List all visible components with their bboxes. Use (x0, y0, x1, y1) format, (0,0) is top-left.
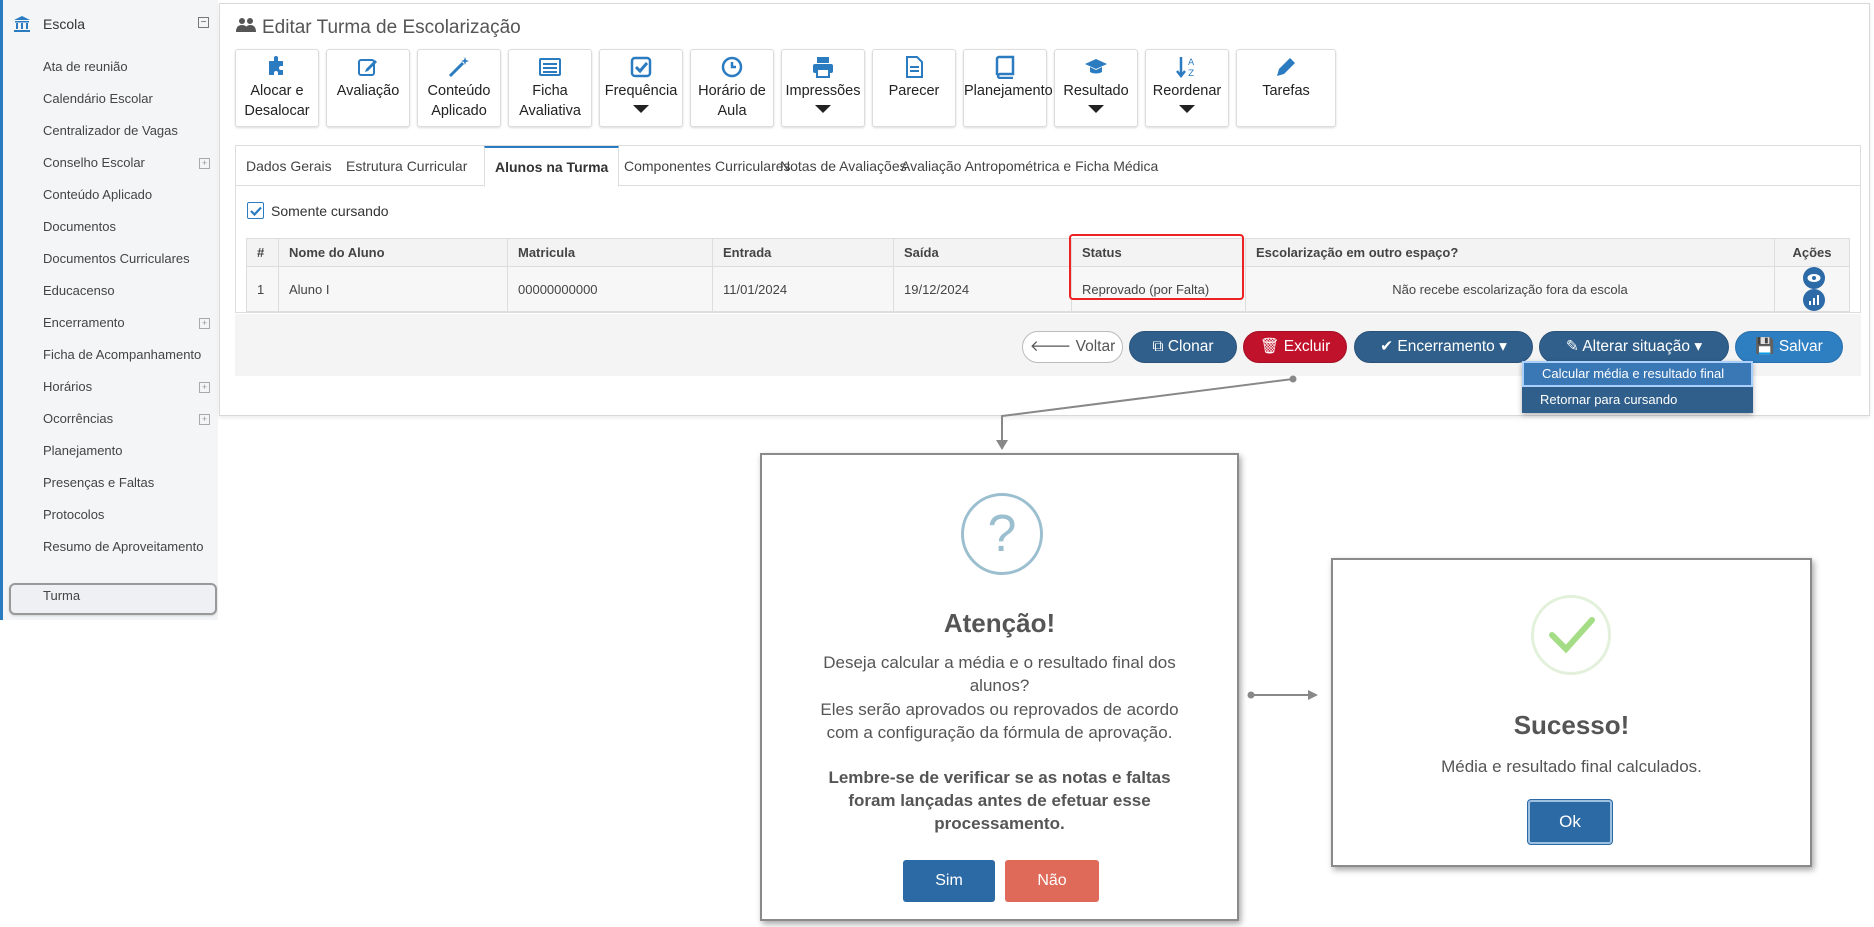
confirm-text-3: Lembre-se de verificar se as notas e fal… (828, 768, 1171, 833)
success-dialog: Sucesso! Média e resultado final calcula… (1331, 558, 1812, 867)
nao-button[interactable]: Não (1005, 860, 1099, 902)
confirm-text-2: Eles serão aprovados ou reprovados de ac… (820, 700, 1179, 742)
confirm-dialog: ? Atenção! Deseja calcular a média e o r… (760, 453, 1239, 921)
ok-button[interactable]: Ok (1528, 800, 1612, 844)
sim-button[interactable]: Sim (903, 860, 995, 902)
confirm-text-1: Deseja calcular a média e o resultado fi… (823, 653, 1176, 695)
question-mark: ? (987, 505, 1017, 563)
confirm-title: Atenção! (943, 608, 1056, 638)
question-icon: ? (961, 493, 1043, 575)
success-text: Média e resultado final calculados. (1441, 757, 1702, 776)
success-check-icon (1531, 595, 1611, 675)
success-title: Sucesso! (1513, 710, 1630, 740)
